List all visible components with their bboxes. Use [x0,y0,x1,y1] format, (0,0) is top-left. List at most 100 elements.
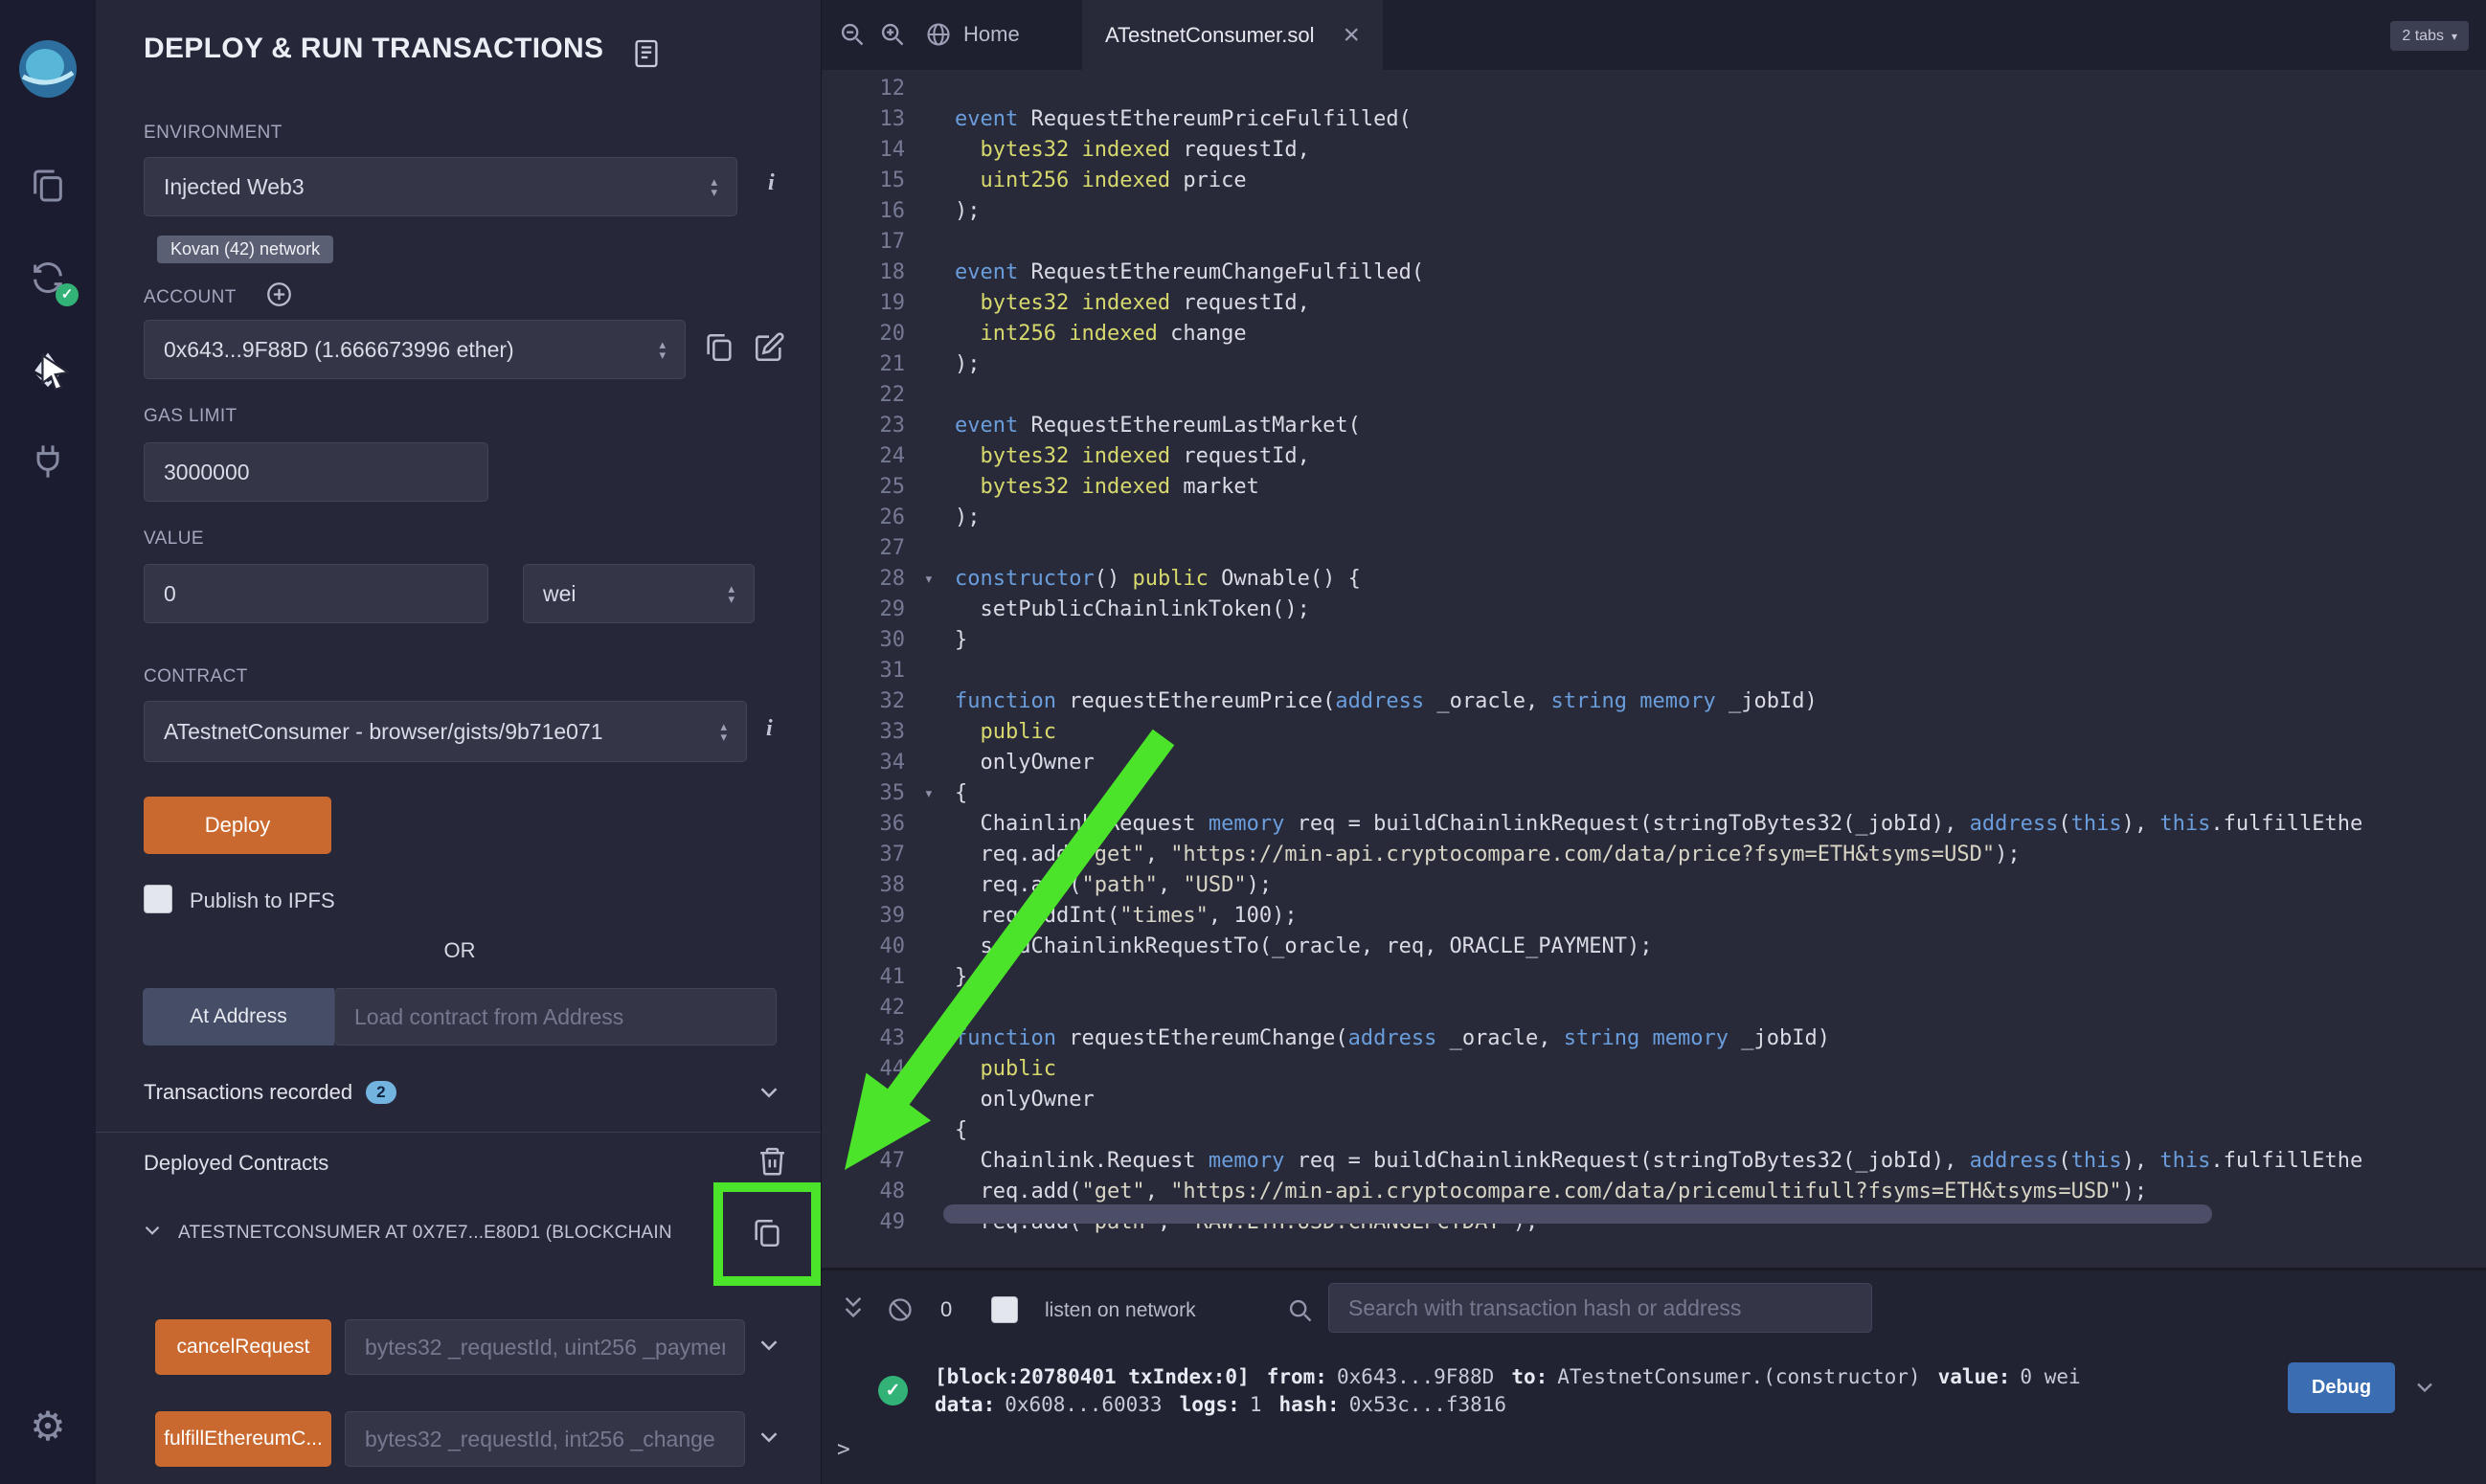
line-number[interactable]: 40 [822,932,955,962]
code-line[interactable]: } [955,625,2486,656]
line-number[interactable]: 43 [822,1023,955,1054]
line-number[interactable]: 15 [822,166,955,196]
log-expand-chevron-icon[interactable] [2411,1374,2438,1405]
line-number[interactable]: 34 [822,748,955,778]
home-globe-icon[interactable] [925,21,952,53]
cancel-request-expand-chevron-icon[interactable] [755,1331,783,1360]
line-number[interactable]: 49 [822,1207,955,1238]
line-number[interactable]: 28▾ [822,564,955,595]
code-line[interactable]: { [955,778,2486,809]
line-number[interactable]: 23 [822,411,955,441]
settings-gear-icon[interactable]: ⚙ [27,1405,69,1448]
code-line[interactable]: constructor() public Ownable() { [955,564,2486,595]
code-line[interactable]: event RequestEthereumChangeFulfilled( [955,258,2486,288]
code-line[interactable]: req.add("path", "USD"); [955,870,2486,901]
line-number[interactable]: 31 [822,656,955,686]
code-line[interactable]: { [955,1115,2486,1146]
line-number[interactable]: 33 [822,717,955,748]
code-line[interactable]: Chainlink.Request memory req = buildChai… [955,809,2486,840]
line-number[interactable]: 25 [822,472,955,503]
deploy-run-icon[interactable] [27,349,69,391]
line-number[interactable]: 37 [822,840,955,870]
tx-success-check-icon[interactable]: ✓ [878,1376,908,1405]
tabs-count-dropdown[interactable]: 2 tabs▾ [2390,21,2469,51]
line-number[interactable]: 48 [822,1177,955,1207]
line-number[interactable]: 20 [822,319,955,349]
line-number[interactable]: 27 [822,533,955,564]
code-line[interactable]: bytes32 indexed market [955,472,2486,503]
tab-close-icon[interactable]: × [1343,21,1360,50]
add-account-icon[interactable] [266,281,292,307]
code-line[interactable] [955,656,2486,686]
code-line[interactable]: Chainlink.Request memory req = buildChai… [955,1146,2486,1177]
at-address-button[interactable]: At Address [143,988,334,1046]
copy-contract-address-icon[interactable] [751,1217,783,1249]
tab-home[interactable]: Home [963,22,1020,47]
code-line[interactable]: function requestEthereumChange(address _… [955,1023,2486,1054]
fulfill-expand-chevron-icon[interactable] [755,1423,783,1451]
line-number[interactable]: 18 [822,258,955,288]
code-line[interactable]: } [955,962,2486,993]
terminal-expand-icon[interactable] [839,1293,868,1329]
line-number[interactable]: 19 [822,288,955,319]
code-line[interactable]: onlyOwner [955,1085,2486,1115]
code-line[interactable]: event RequestEthereumLastMarket( [955,411,2486,441]
line-number[interactable]: 35▾ [822,778,955,809]
debug-button[interactable]: Debug [2288,1362,2395,1413]
code-line[interactable] [955,227,2486,258]
listen-network-checkbox[interactable] [991,1296,1018,1323]
code-line[interactable]: int256 indexed change [955,319,2486,349]
code-line[interactable]: setPublicChainlinkToken(); [955,595,2486,625]
code-line[interactable]: sendChainlinkRequestTo(_oracle, req, ORA… [955,932,2486,962]
solidity-compiler-icon[interactable]: ✓ [27,257,69,299]
tab-atestnetconsumer[interactable]: ATestnetConsumer.sol × [1082,0,1383,70]
line-number[interactable]: 17 [822,227,955,258]
code-line[interactable] [955,74,2486,104]
contract-info-icon[interactable]: i [766,716,773,742]
environment-info-icon[interactable]: i [768,170,775,196]
line-number[interactable]: 22 [822,380,955,411]
fulfill-ethereum-change-button[interactable]: fulfillEthereumC... [155,1411,331,1467]
line-number[interactable]: 46 [822,1115,955,1146]
cancel-request-button[interactable]: cancelRequest [155,1319,331,1375]
terminal-prompt[interactable]: > [837,1437,850,1462]
horizontal-scrollbar[interactable] [943,1204,2212,1224]
deployed-contract-title[interactable]: ATESTNETCONSUMER AT 0X7E7...E80D1 (BLOCK… [178,1223,734,1244]
line-number[interactable]: 47 [822,1146,955,1177]
code-line[interactable]: public [955,1054,2486,1085]
line-number[interactable]: 24 [822,441,955,472]
line-number[interactable]: 41 [822,962,955,993]
zoom-out-icon[interactable] [839,21,866,53]
line-number[interactable]: 13 [822,104,955,135]
line-number[interactable]: 16 [822,196,955,227]
line-number[interactable]: 32 [822,686,955,717]
line-number[interactable]: 36 [822,809,955,840]
code-line[interactable]: ); [955,196,2486,227]
cancel-request-params-input[interactable] [345,1319,745,1375]
environment-select[interactable]: Injected Web3 ▴▾ [144,157,737,216]
documentation-icon[interactable] [634,38,659,74]
account-select[interactable]: 0x643...9F88D (1.666673996 ether) ▴▾ [144,320,686,379]
line-number[interactable]: 26 [822,503,955,533]
code-line[interactable]: req.add("get", "https://min-api.cryptoco… [955,840,2486,870]
code-line[interactable]: ); [955,349,2486,380]
fulfill-ethereum-change-params-input[interactable] [345,1411,745,1467]
value-input[interactable] [144,564,488,623]
line-number[interactable]: 39 [822,901,955,932]
file-explorer-icon[interactable] [27,165,69,207]
publish-ipfs-checkbox[interactable] [144,885,172,913]
deploy-button[interactable]: Deploy [144,797,331,854]
deployed-contract-collapse-chevron-icon[interactable] [140,1218,165,1248]
code-line[interactable] [955,533,2486,564]
terminal-search-input[interactable] [1328,1283,1872,1333]
line-number[interactable]: 42 [822,993,955,1023]
line-number[interactable]: 38 [822,870,955,901]
code-line[interactable]: req.add("get", "https://min-api.cryptoco… [955,1177,2486,1207]
at-address-input[interactable] [334,988,777,1046]
transaction-log[interactable]: [block:20780401 txIndex:0]from:0x643...9… [935,1363,2081,1419]
code-line[interactable]: onlyOwner [955,748,2486,778]
edit-account-icon[interactable] [753,331,785,364]
copy-account-icon[interactable] [703,331,735,364]
line-number[interactable]: 21 [822,349,955,380]
line-number[interactable]: 45 [822,1085,955,1115]
